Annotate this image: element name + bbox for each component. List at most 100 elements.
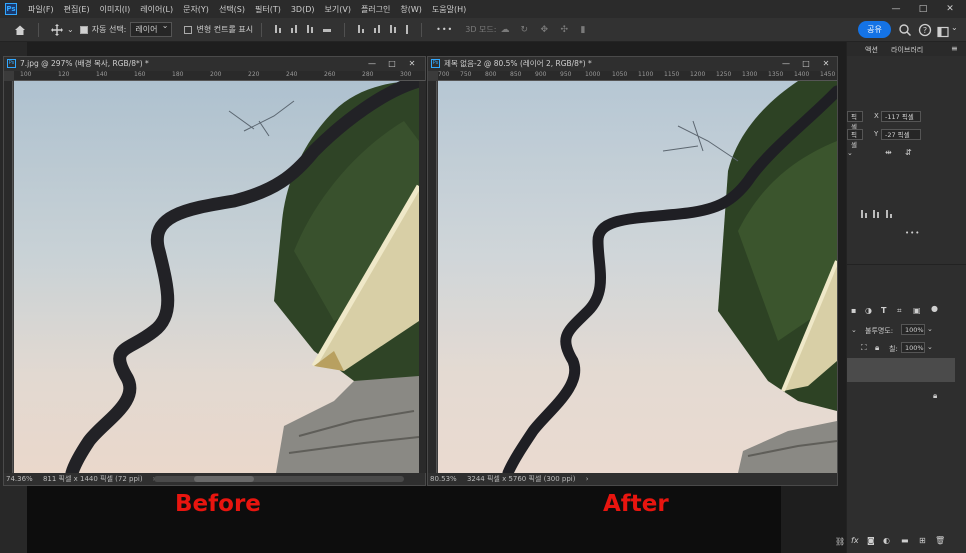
width-field[interactable]: 픽셀 [847,111,863,131]
fill-label: 칠: [889,345,898,353]
search-icon[interactable] [898,22,912,36]
ruler-tick: 140 [96,71,108,78]
chevron-right-icon[interactable]: › [578,475,589,483]
menu-select[interactable]: 선택(S) [214,4,250,15]
horizontal-scrollbar[interactable] [154,476,404,482]
before-label: Before [175,491,261,517]
menu-file[interactable]: 파일(F) [23,4,59,15]
chevron-down-icon[interactable]: ⌄ [67,25,74,34]
image-canvas-before[interactable] [14,81,419,473]
after-label: After [603,491,669,517]
zoom-level[interactable]: 74.36% [4,475,33,483]
menu-layer[interactable]: 레이어(L) [135,4,178,15]
height-field[interactable]: 픽셀 [847,129,863,149]
document-info[interactable]: 811 픽셀 x 1440 픽셀 (72 ppi) [35,475,143,483]
doc-close-button[interactable]: ✕ [816,57,836,71]
menu-window[interactable]: 창(W) [395,4,427,15]
document-info[interactable]: 3244 픽셀 x 5760 픽셀 (300 ppi) [459,475,576,483]
zoom-level[interactable]: 80.53% [428,475,457,483]
chevron-down-icon[interactable]: ⌄ [927,325,933,333]
flip-vertical-icon[interactable]: ⇵ [905,148,912,157]
trash-icon[interactable]: 🗑︎ [935,536,945,545]
chevron-down-icon[interactable]: ⌄ [847,149,853,157]
transform-controls-checkbox[interactable]: 변형 컨트롤 표시 [184,24,253,35]
help-icon[interactable]: ? [918,22,932,37]
workspace-icon[interactable] [937,23,949,38]
right-panel: 액션 라이브러리 ≡ 픽셀 X -117 픽셀 픽셀 Y -27 픽셀 ⌄ ⇹ … [835,42,966,553]
minimize-button[interactable]: — [884,0,908,18]
more-options-button[interactable]: ••• [436,25,453,34]
group-folder-icon[interactable]: ▬ [901,536,909,545]
chevron-down-icon[interactable]: ⌄ [851,326,857,334]
panel-menu-icon[interactable]: ≡ [951,44,958,53]
layer-row-selected[interactable] [847,358,955,382]
orbit-3d-icon[interactable]: ☁ [500,25,512,35]
separator [261,22,263,37]
flip-horizontal-icon[interactable]: ⇹ [885,148,892,157]
chevron-down-icon[interactable]: ⌄ [951,23,958,32]
move-tool-icon[interactable] [51,23,63,36]
doc-maximize-button[interactable]: □ [796,57,816,71]
lock-icon[interactable]: 🔒︎ [875,343,879,353]
layer-mask-icon[interactable]: ◙ [867,536,875,545]
drag-3d-icon[interactable]: ✥ [540,25,552,35]
ruler-tick: 1100 [638,71,654,78]
maximize-button[interactable]: □ [911,0,935,18]
adjustment-layer-icon[interactable]: ◐ [883,536,890,545]
close-button[interactable]: ✕ [938,0,962,18]
distribute-horizontal-icon[interactable] [405,24,409,35]
lock-position-icon[interactable]: ⛶ [861,343,867,353]
doc-minimize-button[interactable]: — [362,57,382,71]
auto-select-checkbox[interactable]: 자동 선택: [79,24,126,35]
slide-3d-icon[interactable]: ✣ [560,25,572,35]
tab-libraries[interactable]: 라이브러리 [891,45,923,55]
menu-3d[interactable]: 3D(D) [286,5,320,14]
photoshop-logo: Ps [5,3,17,15]
x-position-field[interactable]: -117 픽셀 [881,111,921,122]
new-layer-icon[interactable]: ⊞ [919,536,926,545]
menu-help[interactable]: 도움말(H) [427,4,471,15]
filter-smart-object-icon[interactable]: ▣ [913,306,921,315]
vertical-scrollbar[interactable] [419,81,426,473]
filter-pixel-icon[interactable]: ▪ [851,306,856,315]
roll-3d-icon[interactable]: ↻ [520,25,532,35]
align-left-icon[interactable] [274,24,282,35]
menu-view[interactable]: 보기(V) [320,4,356,15]
fill-field[interactable]: 100% [901,342,925,353]
menu-image[interactable]: 이미지(I) [95,4,136,15]
checkbox-icon [79,25,88,34]
filter-type-icon[interactable]: T [881,306,886,315]
doc-minimize-button[interactable]: — [776,57,796,71]
tab-actions[interactable]: 액션 [865,45,878,55]
align-icons[interactable] [860,210,893,220]
link-layers-icon[interactable]: ⛓ [835,537,845,546]
opacity-field[interactable]: 100% [901,324,925,335]
distribute-bottom-icon[interactable] [389,24,397,35]
menu-filter[interactable]: 필터(T) [250,4,286,15]
fx-icon[interactable]: fx [851,536,859,545]
more-options-button[interactable]: ••• [905,229,920,237]
y-position-field[interactable]: -27 픽셀 [881,129,921,140]
image-canvas-after[interactable] [438,81,837,473]
distribute-top-icon[interactable] [357,24,365,35]
share-button[interactable]: 공유 [858,21,891,38]
scale-3d-icon[interactable]: ▮ [580,25,592,35]
chevron-down-icon[interactable]: ⌄ [927,343,933,351]
filter-shape-icon[interactable]: ⌗ [897,306,902,316]
distribute-center-icon[interactable] [373,24,381,35]
home-icon[interactable] [14,24,26,36]
menu-edit[interactable]: 편집(E) [59,4,95,15]
filter-adjustment-icon[interactable]: ◑ [865,306,872,315]
auto-select-dropdown[interactable]: 레이어 [130,21,173,37]
filter-toggle-icon[interactable]: ● [931,304,938,313]
menu-type[interactable]: 문자(Y) [178,4,214,15]
menu-plugins[interactable]: 플러그인 [356,4,395,15]
layer-lock-icon[interactable]: 🔒︎ [933,391,937,401]
align-top-icon[interactable] [322,25,332,35]
ruler-tick: 950 [560,71,572,78]
doc-close-button[interactable]: ✕ [402,57,422,71]
doc-maximize-button[interactable]: □ [382,57,402,71]
photo-after [438,81,837,473]
align-center-icon[interactable] [290,24,298,35]
align-right-icon[interactable] [306,24,314,35]
